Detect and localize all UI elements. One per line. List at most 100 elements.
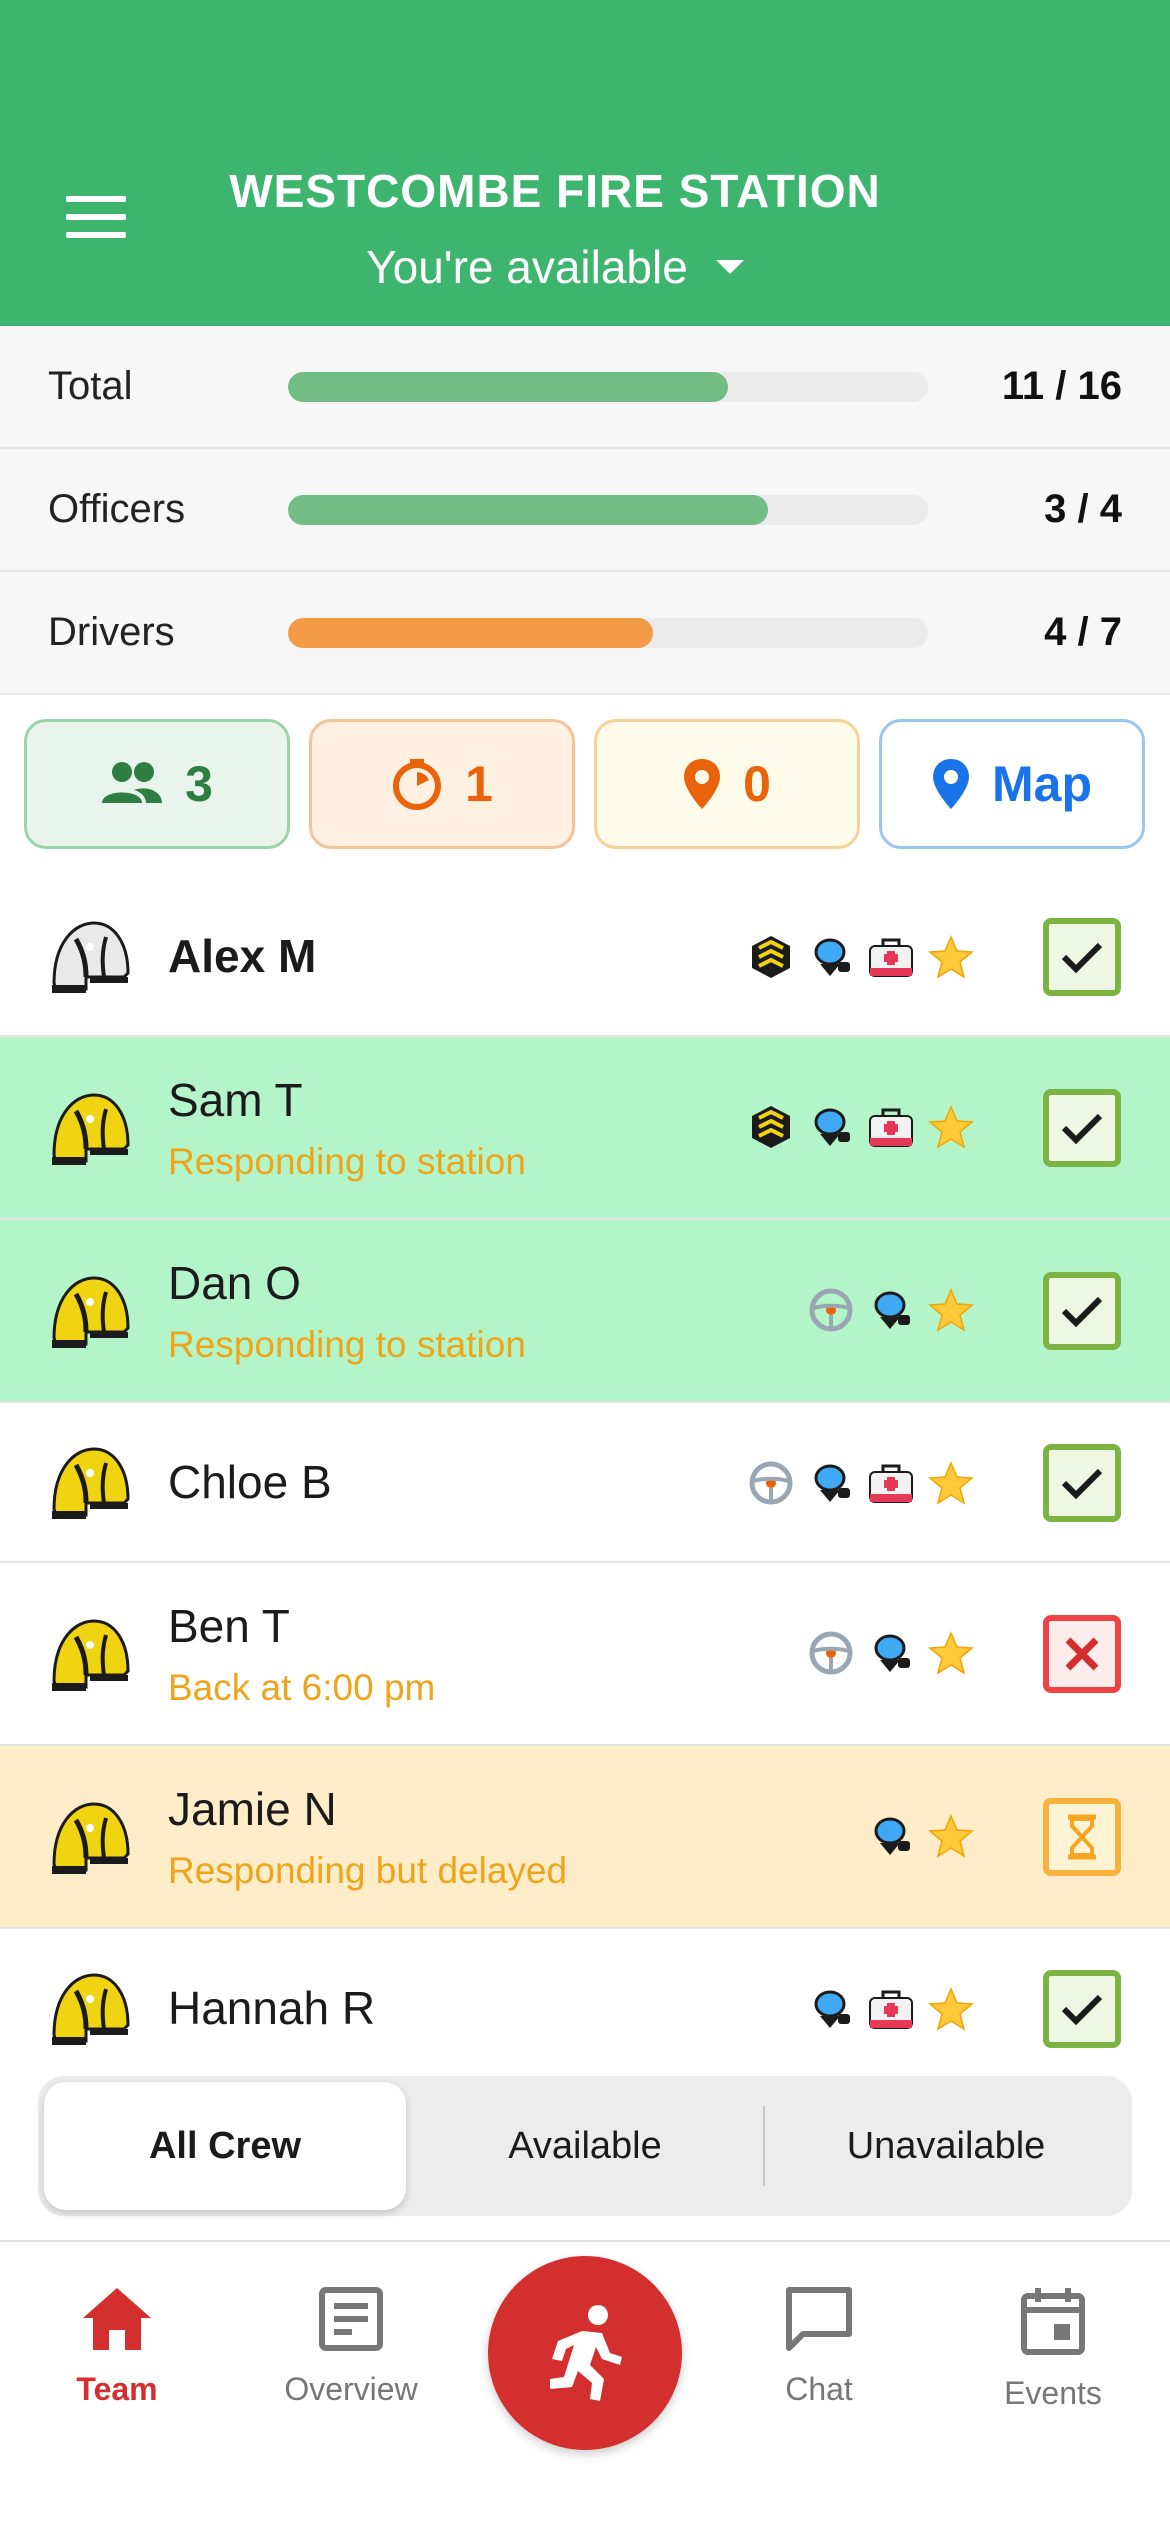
crew-row-sam-t[interactable]: Sam T Responding to station xyxy=(0,1037,1170,1220)
qualifications xyxy=(808,1287,974,1333)
star-icon xyxy=(928,1287,974,1333)
qualifications xyxy=(808,1986,974,2032)
cross-icon xyxy=(1065,1637,1099,1671)
crew-row-alex-m[interactable]: Alex M xyxy=(0,877,1170,1037)
app-header: WESTCOMBE FIRE STATION You're available xyxy=(0,0,1170,326)
medical-kit-icon xyxy=(868,1986,914,2032)
station-title: WESTCOMBE FIRE STATION xyxy=(229,165,881,217)
stat-row-total: Total 11 / 16 xyxy=(0,326,1170,449)
calendar-icon xyxy=(1021,2288,1085,2355)
breathing-apparatus-icon xyxy=(808,1460,854,1506)
bottom-navigation: Team Overview Chat Events xyxy=(0,2240,1170,2532)
filter-unavailable[interactable]: Unavailable xyxy=(765,2082,1127,2210)
caret-down-icon xyxy=(715,259,744,274)
stat-row-officers: Officers 3 / 4 xyxy=(0,449,1170,572)
qualifications xyxy=(748,1460,974,1506)
checkmark-icon xyxy=(1061,1113,1103,1145)
responding-chip[interactable]: 1 xyxy=(309,719,575,849)
crew-row-jamie-n[interactable]: Jamie N Responding but delayed xyxy=(0,1746,1170,1929)
nav-chat[interactable]: Chat xyxy=(719,2286,919,2408)
progress-fill xyxy=(288,618,654,648)
location-chip[interactable]: 0 xyxy=(594,719,860,849)
available-checkbox[interactable] xyxy=(1043,1970,1121,2048)
progress-fill xyxy=(288,372,728,402)
crew-count: 3 xyxy=(185,756,213,812)
stat-label: Drivers xyxy=(48,610,175,654)
home-icon xyxy=(83,2288,151,2350)
qualifications xyxy=(748,1104,974,1150)
progress-bar xyxy=(288,495,928,525)
unavailable-checkbox[interactable] xyxy=(1043,1615,1121,1693)
nav-team-label: Team xyxy=(76,2371,158,2407)
checkmark-icon xyxy=(1061,1468,1103,1500)
map-button[interactable]: Map xyxy=(879,719,1145,849)
crew-stats: Total 11 / 16 Officers 3 / 4 Drivers 4 /… xyxy=(0,326,1170,695)
medical-kit-icon xyxy=(868,934,914,980)
filter-all-crew[interactable]: All Crew xyxy=(44,2082,406,2210)
progress-fill xyxy=(288,495,768,525)
stat-value: 11 / 16 xyxy=(1001,364,1122,408)
hourglass-icon xyxy=(1068,1814,1096,1860)
availability-dropdown[interactable]: You're available xyxy=(0,240,1110,294)
available-checkbox[interactable] xyxy=(1043,1272,1121,1350)
crew-name: Dan O xyxy=(168,1257,301,1309)
available-checkbox[interactable] xyxy=(1043,918,1121,996)
segmented-control: All Crew Available Unavailable xyxy=(38,2076,1132,2216)
hamburger-icon-line xyxy=(66,232,126,238)
crew-status: Responding but delayed xyxy=(168,1850,568,1891)
crew-name: Hannah R xyxy=(168,1982,376,2034)
running-person-icon xyxy=(550,2305,622,2401)
stat-value: 4 / 7 xyxy=(1044,610,1122,654)
overview-icon xyxy=(319,2287,383,2351)
star-icon xyxy=(928,1104,974,1150)
location-pin-icon xyxy=(684,759,721,809)
stat-value: 3 / 4 xyxy=(1044,487,1122,531)
helmet-yellow-icon xyxy=(46,1794,134,1882)
officer-badge-icon xyxy=(748,934,794,980)
breathing-apparatus-icon xyxy=(868,1287,914,1333)
star-icon xyxy=(928,1986,974,2032)
steering-wheel-icon xyxy=(808,1630,854,1676)
nav-overview[interactable]: Overview xyxy=(251,2286,451,2408)
crew-row-ben-t[interactable]: Ben T Back at 6:00 pm xyxy=(0,1563,1170,1746)
crew-row-dan-o[interactable]: Dan O Responding to station xyxy=(0,1220,1170,1403)
helmet-yellow-icon xyxy=(46,1268,134,1356)
breathing-apparatus-icon xyxy=(808,1104,854,1150)
chat-icon xyxy=(786,2287,852,2351)
breathing-apparatus-icon xyxy=(808,934,854,980)
medical-kit-icon xyxy=(868,1104,914,1150)
stat-row-drivers: Drivers 4 / 7 xyxy=(0,572,1170,695)
available-checkbox[interactable] xyxy=(1043,1089,1121,1167)
respond-button[interactable] xyxy=(488,2256,682,2450)
timer-icon xyxy=(393,759,442,810)
availability-label: You're available xyxy=(366,241,688,293)
nav-team[interactable]: Team xyxy=(17,2286,217,2408)
star-icon xyxy=(928,1813,974,1859)
delayed-checkbox[interactable] xyxy=(1043,1798,1121,1876)
crew-name: Jamie N xyxy=(168,1783,337,1835)
crew-count-chip[interactable]: 3 xyxy=(24,719,290,849)
breathing-apparatus-icon xyxy=(868,1630,914,1676)
breathing-apparatus-icon xyxy=(808,1986,854,2032)
crew-filter: All Crew Available Unavailable xyxy=(0,2050,1170,2240)
stat-label: Total xyxy=(48,364,133,408)
crew-status: Back at 6:00 pm xyxy=(168,1667,436,1708)
progress-bar xyxy=(288,372,928,402)
helmet-white-icon xyxy=(46,913,134,1001)
crew-status: Responding to station xyxy=(168,1324,526,1365)
crew-row-chloe-b[interactable]: Chloe B xyxy=(0,1403,1170,1563)
responding-count: 1 xyxy=(465,756,493,812)
crew-name: Sam T xyxy=(168,1074,303,1126)
crew-name: Ben T xyxy=(168,1600,290,1652)
steering-wheel-icon xyxy=(808,1287,854,1333)
map-label: Map xyxy=(992,756,1092,812)
available-checkbox[interactable] xyxy=(1043,1444,1121,1522)
qualifications xyxy=(868,1813,974,1859)
map-pin-icon xyxy=(933,759,969,809)
helmet-yellow-icon xyxy=(46,1085,134,1173)
nav-events[interactable]: Events xyxy=(953,2286,1153,2412)
star-icon xyxy=(928,1630,974,1676)
filter-available[interactable]: Available xyxy=(404,2082,766,2210)
crew-row-hannah-r[interactable]: Hannah R xyxy=(0,1929,1170,2050)
checkmark-icon xyxy=(1061,1296,1103,1328)
